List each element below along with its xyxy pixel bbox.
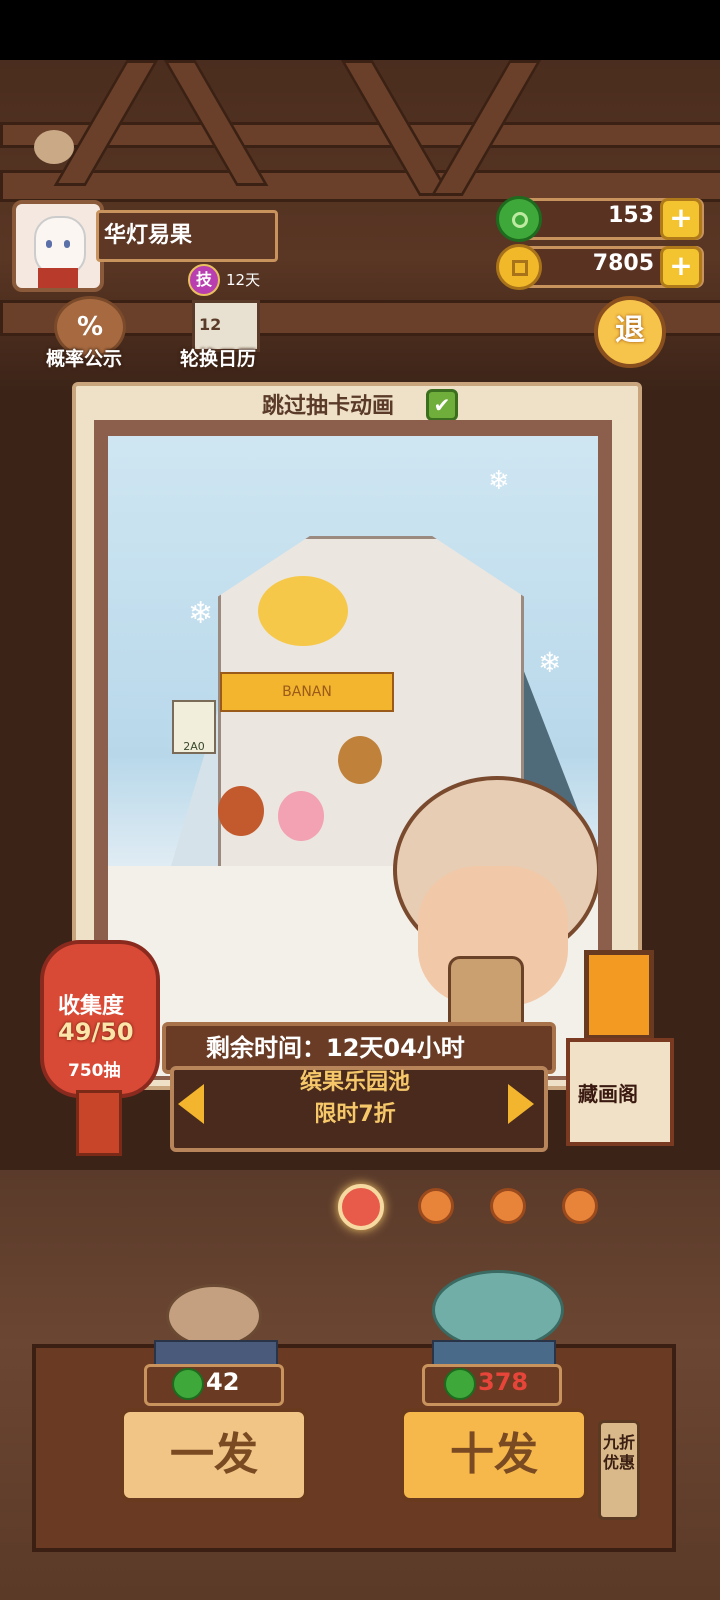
calendar-number: 12 bbox=[199, 315, 222, 334]
gallery-label[interactable]: 藏画阁 bbox=[578, 1078, 638, 1107]
pool-name: 缤果乐园池 bbox=[299, 1070, 410, 1095]
page-dot[interactable] bbox=[490, 1188, 526, 1224]
page-dot[interactable] bbox=[562, 1188, 598, 1224]
collection-count: 49/50 bbox=[58, 1018, 134, 1046]
single-pull-button[interactable]: 一发 bbox=[120, 1408, 308, 1502]
collection-draws: 750抽 bbox=[68, 1061, 121, 1081]
page-dot-active[interactable] bbox=[338, 1184, 384, 1230]
card-illustration: BANAN 2A0 ❄ ❄ ❄ bbox=[108, 436, 598, 1076]
jade-icon bbox=[444, 1368, 476, 1400]
bakery-sign: BANAN bbox=[220, 672, 394, 712]
player-avatar[interactable] bbox=[12, 200, 104, 292]
add-jade-button[interactable]: + bbox=[660, 198, 702, 240]
exit-button[interactable]: 退 bbox=[594, 296, 666, 368]
prev-pool-arrow-icon[interactable] bbox=[178, 1084, 204, 1124]
jade-value: 153 bbox=[608, 203, 654, 228]
add-coins-button[interactable]: + bbox=[660, 246, 702, 288]
skip-animation-checkbox[interactable]: ✔ bbox=[426, 389, 458, 421]
ten-pull-discount-tag: 九折优惠 bbox=[598, 1420, 640, 1520]
calendar-label[interactable]: 轮换日历 bbox=[180, 344, 256, 371]
ten-pull-button[interactable]: 十发 bbox=[400, 1408, 588, 1502]
lantern-stand bbox=[76, 1090, 122, 1156]
single-fish-icon bbox=[166, 1284, 262, 1348]
ten-cost: 378 bbox=[478, 1368, 529, 1396]
status-bar bbox=[0, 0, 720, 60]
pool-discount: 限时7折 bbox=[314, 1102, 396, 1127]
shop-board: 2A0 bbox=[172, 700, 216, 754]
page-dot[interactable] bbox=[418, 1188, 454, 1224]
coin-value: 7805 bbox=[592, 251, 654, 276]
ten-fish-icon bbox=[432, 1270, 564, 1350]
chick-decoration-icon bbox=[34, 130, 74, 164]
skip-animation-label[interactable]: 跳过抽卡动画 bbox=[262, 388, 394, 420]
remaining-time: 剩余时间：12天04小时 bbox=[206, 1034, 465, 1062]
single-cost: 42 bbox=[206, 1368, 240, 1396]
next-pool-arrow-icon[interactable] bbox=[508, 1084, 534, 1124]
player-name: 华灯易果 bbox=[104, 223, 193, 248]
collection-title: 收集度 bbox=[58, 994, 125, 1019]
probability-label[interactable]: 概率公示 bbox=[46, 344, 122, 371]
skill-days: 12天 bbox=[226, 271, 261, 289]
lamp-icon bbox=[584, 950, 654, 1040]
jade-icon bbox=[172, 1368, 204, 1400]
skill-badge-icon[interactable]: 技 bbox=[188, 264, 220, 296]
